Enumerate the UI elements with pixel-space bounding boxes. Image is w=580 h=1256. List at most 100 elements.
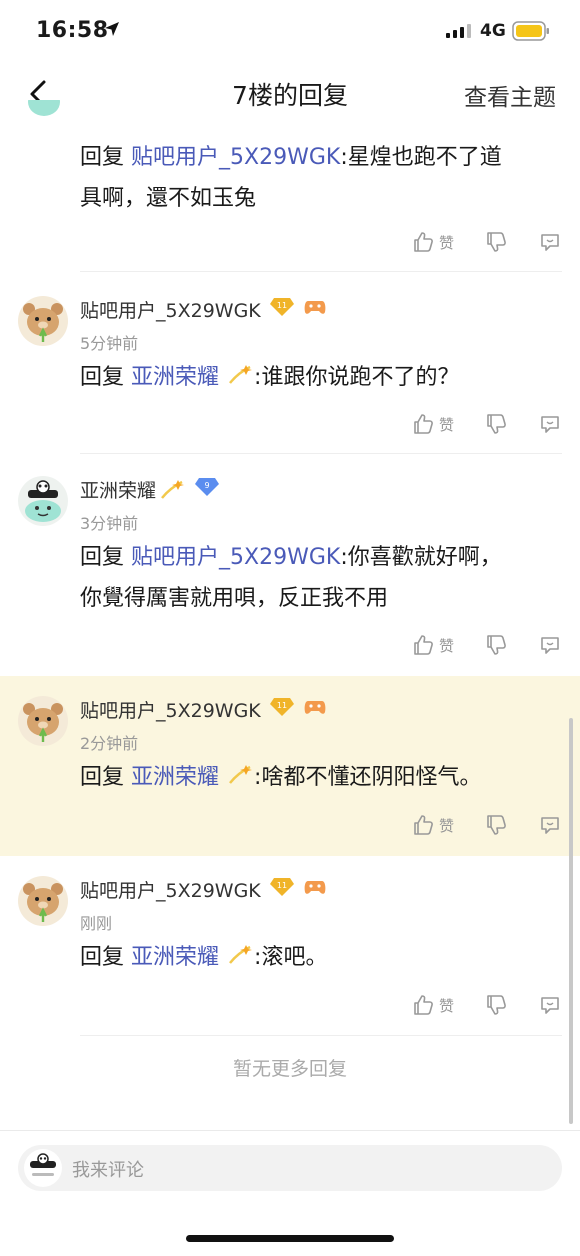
- comment-item: 贴吧用户_5X29WGK 11 5分钟前 回复 亚洲荣耀 :谁跟你说跑不了的？ …: [0, 276, 580, 454]
- comment-icon: [541, 416, 559, 433]
- comment-time: 2分钟前: [80, 734, 139, 753]
- comment-actions: 赞: [411, 993, 562, 1017]
- mention-link[interactable]: 亚洲荣耀: [131, 765, 219, 790]
- divider: [80, 271, 562, 272]
- username-text: 亚洲荣耀: [80, 480, 157, 502]
- thumbs-down-icon: [487, 414, 506, 434]
- like-label: 赞: [438, 996, 454, 1015]
- gamepad-badge-icon: [303, 877, 327, 902]
- reply-button[interactable]: [538, 813, 562, 837]
- username[interactable]: 贴吧用户_5X29WGK 11: [80, 876, 327, 903]
- reply-button[interactable]: [538, 412, 562, 436]
- dislike-button[interactable]: [484, 633, 508, 657]
- level-badge: 11: [269, 697, 295, 722]
- avatar[interactable]: [18, 476, 68, 526]
- comment-bar: 我来评论: [0, 1130, 580, 1256]
- level-badge: 11: [269, 877, 295, 902]
- reply-prefix: 回复: [80, 145, 125, 170]
- comment-icon: [541, 637, 559, 654]
- username-text: 贴吧用户_5X29WGK: [80, 300, 261, 322]
- like-button[interactable]: 赞: [411, 412, 484, 436]
- comment-time: 5分钟前: [80, 334, 139, 353]
- like-button[interactable]: 赞: [411, 633, 484, 657]
- dislike-button[interactable]: [484, 412, 508, 436]
- comment-text-line: :谁跟你说跑不了的？: [254, 365, 460, 390]
- username[interactable]: 贴吧用户_5X29WGK 11: [80, 296, 327, 323]
- like-button[interactable]: 赞: [411, 813, 484, 837]
- sparkle-badge-icon: [229, 365, 253, 384]
- like-label: 赞: [438, 636, 454, 655]
- reply-button[interactable]: [538, 633, 562, 657]
- dislike-button[interactable]: [484, 813, 508, 837]
- thumbs-up-icon: [414, 635, 433, 655]
- level-badge: 9: [194, 477, 220, 502]
- home-indicator[interactable]: [186, 1235, 394, 1242]
- avatar: [24, 1149, 62, 1187]
- thumbs-down-icon: [487, 995, 506, 1015]
- like-label: 赞: [438, 233, 454, 252]
- comment-text-line: 你覺得厲害就用唄，反正我不用: [80, 586, 389, 611]
- dislike-button[interactable]: [484, 993, 508, 1017]
- comment-item: 亚洲荣耀 9 3分钟前 回复 贴吧用户_5X29WGK:你喜歡就好啊， 你覺得厲…: [0, 456, 580, 674]
- comment-icon: [541, 234, 559, 251]
- like-label: 赞: [438, 415, 454, 434]
- svg-text:11: 11: [277, 301, 287, 310]
- divider: [80, 453, 562, 454]
- comment-text: 回复 贴吧用户_5X29WGK:星煌也跑不了道 具啊，還不如玉兔: [80, 137, 550, 219]
- username[interactable]: 贴吧用户_5X29WGK 11: [80, 696, 327, 723]
- avatar[interactable]: [18, 296, 68, 346]
- thumbs-down-icon: [487, 815, 506, 835]
- comment-text: 回复 亚洲荣耀 :谁跟你说跑不了的？: [80, 357, 550, 398]
- svg-text:11: 11: [277, 881, 287, 890]
- comment-time: 3分钟前: [80, 514, 139, 533]
- username-text: 贴吧用户_5X29WGK: [80, 700, 261, 722]
- mention-link[interactable]: 亚洲荣耀: [131, 945, 219, 970]
- comment-text-line: :星煌也跑不了道: [340, 145, 502, 170]
- mention-link[interactable]: 贴吧用户_5X29WGK: [131, 145, 340, 170]
- comment-input-placeholder: 我来评论: [72, 1160, 144, 1181]
- reply-prefix: 回复: [80, 945, 125, 970]
- dislike-button[interactable]: [484, 230, 508, 254]
- thumbs-up-icon: [414, 815, 433, 835]
- comment-text: 回复 贴吧用户_5X29WGK:你喜歡就好啊， 你覺得厲害就用唄，反正我不用: [80, 537, 550, 619]
- thumbs-up-icon: [414, 232, 433, 252]
- comment-text-line: :啥都不懂还阴阳怪气。: [254, 765, 482, 790]
- comment-item: 贴吧用户_5X29WGK 11 刚刚 回复 亚洲荣耀 :滚吧。 赞: [0, 856, 580, 1036]
- level-badge: 11: [269, 297, 295, 322]
- comment-text-line: :滚吧。: [254, 945, 328, 970]
- comment-actions: 赞: [411, 813, 562, 837]
- comment-text-line: :你喜歡就好啊，: [340, 545, 502, 570]
- comment-item-highlighted: 贴吧用户_5X29WGK 11 2分钟前 回复 亚洲荣耀 :啥都不懂还阴阳怪气。…: [0, 676, 580, 856]
- gamepad-badge-icon: [303, 697, 327, 722]
- comment-item: 回复 贴吧用户_5X29WGK:星煌也跑不了道 具啊，還不如玉兔 赞: [0, 0, 580, 272]
- comment-input[interactable]: 我来评论: [18, 1145, 562, 1191]
- comment-text: 回复 亚洲荣耀 :啥都不懂还阴阳怪气。: [80, 757, 550, 798]
- gamepad-badge-icon: [303, 297, 327, 322]
- divider: [80, 1035, 562, 1036]
- comment-actions: 赞: [411, 230, 562, 254]
- thumbs-up-icon: [414, 995, 433, 1015]
- sparkle-badge-icon: [229, 945, 253, 964]
- comment-icon: [541, 997, 559, 1014]
- reply-prefix: 回复: [80, 545, 125, 570]
- svg-text:11: 11: [277, 701, 287, 710]
- reply-button[interactable]: [538, 230, 562, 254]
- avatar[interactable]: [18, 696, 68, 746]
- thumbs-down-icon: [487, 232, 506, 252]
- no-more-replies: 暂无更多回复: [232, 1058, 347, 1080]
- thumbs-up-icon: [414, 414, 433, 434]
- comment-actions: 赞: [411, 412, 562, 436]
- avatar[interactable]: [18, 876, 68, 926]
- reply-button[interactable]: [538, 993, 562, 1017]
- mention-link[interactable]: 贴吧用户_5X29WGK: [131, 545, 340, 570]
- mention-link[interactable]: 亚洲荣耀: [131, 365, 219, 390]
- comment-actions: 赞: [411, 633, 562, 657]
- username[interactable]: 亚洲荣耀 9: [80, 476, 220, 503]
- reply-prefix: 回复: [80, 765, 125, 790]
- like-button[interactable]: 赞: [411, 230, 484, 254]
- scrollbar[interactable]: [569, 718, 573, 1124]
- svg-text:9: 9: [204, 481, 209, 490]
- comment-icon: [541, 817, 559, 834]
- like-button[interactable]: 赞: [411, 993, 484, 1017]
- like-label: 赞: [438, 816, 454, 835]
